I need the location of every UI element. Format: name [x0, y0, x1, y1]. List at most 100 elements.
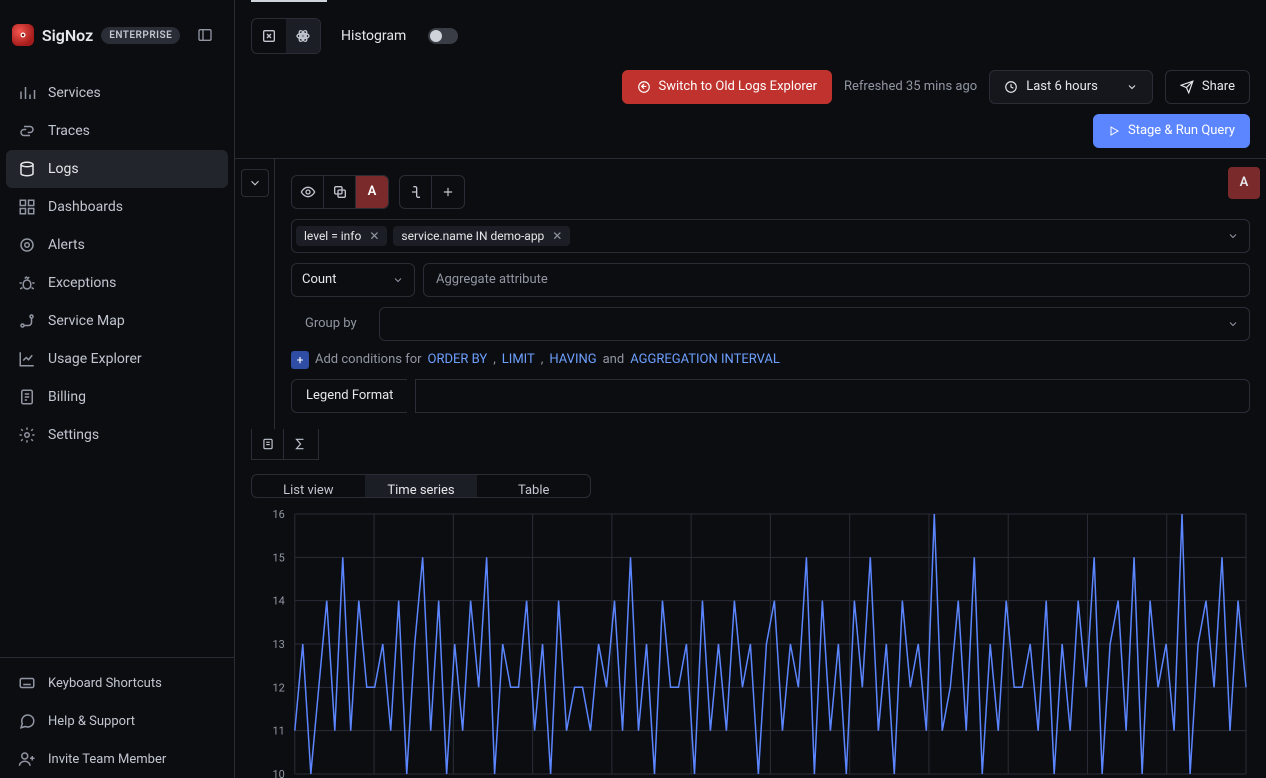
header-mode-group — [251, 18, 321, 54]
sidebar-item-exceptions[interactable]: Exceptions — [6, 264, 228, 302]
agg-interval-link[interactable]: AGGREGATION INTERVAL — [630, 352, 780, 367]
function-icon[interactable] — [400, 176, 432, 208]
notes-icon[interactable] — [252, 429, 284, 459]
route-icon — [18, 312, 36, 330]
agg-select[interactable]: Count — [291, 263, 415, 297]
group-by-input[interactable] — [379, 307, 1250, 341]
close-icon[interactable]: ✕ — [369, 229, 379, 243]
switch-old-explorer-button[interactable]: Switch to Old Logs Explorer — [622, 70, 832, 104]
sidebar-item-usage-explorer[interactable]: Usage Explorer — [6, 340, 228, 378]
sidebar-item-alerts[interactable]: Alerts — [6, 226, 228, 264]
builder-mode-icon[interactable] — [252, 19, 286, 53]
bug-icon — [18, 274, 36, 292]
header-row-1: Histogram — [235, 8, 1266, 64]
receipt-icon — [18, 388, 36, 406]
having-link[interactable]: HAVING — [549, 352, 596, 367]
query-toolbelt-row: A — [291, 175, 1250, 209]
sidebar-item-label: Dashboards — [48, 199, 123, 215]
copy-icon[interactable] — [324, 176, 356, 208]
sidebar-item-label: Traces — [48, 123, 90, 139]
close-icon[interactable]: ✕ — [552, 229, 562, 243]
tab-table[interactable]: Table — [477, 475, 590, 497]
histogram-label: Histogram — [341, 28, 406, 44]
share-button[interactable]: Share — [1165, 70, 1250, 104]
sidebar-item-billing[interactable]: Billing — [6, 378, 228, 416]
sidebar: SigNoz ENTERPRISE Services Traces Logs D… — [0, 0, 235, 778]
sidebar-item-logs[interactable]: Logs — [6, 150, 228, 188]
plan-badge: ENTERPRISE — [101, 27, 180, 44]
expand-icon[interactable] — [241, 169, 269, 197]
sidebar-item-label: Service Map — [48, 313, 125, 329]
sidebar-item-label: Alerts — [48, 237, 85, 253]
tab-time-series[interactable]: Time series — [365, 475, 478, 497]
sidebar-item-label: Billing — [48, 389, 86, 405]
run-query-button[interactable]: Stage & Run Query — [1093, 114, 1250, 148]
svg-text:16: 16 — [273, 508, 285, 521]
query-panel: A level = info ✕ service.name IN demo-ap… — [235, 159, 1266, 429]
visibility-icon[interactable] — [292, 176, 324, 208]
legend-label: Legend Format — [291, 379, 407, 413]
sidebar-item-label: Settings — [48, 427, 99, 443]
main: Histogram Switch to Old Logs Explorer Re… — [235, 0, 1266, 778]
query-toolbelt: A — [291, 175, 389, 209]
sidebar-item-services[interactable]: Services — [6, 74, 228, 112]
svg-text:10: 10 — [273, 768, 285, 778]
chevron-down-icon — [1126, 81, 1138, 93]
timerange-button[interactable]: Last 6 hours — [989, 70, 1153, 104]
add-condition-button[interactable]: + — [291, 351, 309, 369]
tab-list-view[interactable]: List view — [252, 475, 365, 497]
filter-tag[interactable]: service.name IN demo-app ✕ — [393, 226, 570, 246]
logs-icon — [18, 160, 36, 178]
svg-text:14: 14 — [273, 595, 285, 608]
svg-text:11: 11 — [273, 725, 285, 738]
sidebar-item-keyboard[interactable]: Keyboard Shortcuts — [6, 664, 228, 702]
gear-icon — [18, 426, 36, 444]
sidebar-item-traces[interactable]: Traces — [6, 112, 228, 150]
sidebar-item-label: Services — [48, 85, 101, 101]
orderby-link[interactable]: ORDER BY — [428, 352, 488, 367]
chevron-down-icon[interactable] — [1227, 230, 1239, 242]
function-toolbelt — [399, 175, 465, 209]
time-series-chart: 10111213141516 — [255, 508, 1250, 778]
sidebar-item-label: Logs — [48, 161, 79, 177]
legend-input[interactable] — [415, 379, 1250, 413]
clock-icon — [1004, 80, 1018, 94]
view-tabs: List view Time series Table — [251, 474, 591, 498]
histogram-toggle[interactable] — [428, 28, 458, 44]
chat-icon — [18, 712, 36, 730]
atom-mode-icon[interactable] — [286, 19, 320, 53]
brand-logo — [12, 24, 34, 46]
svg-text:12: 12 — [273, 681, 285, 694]
keyboard-icon — [18, 674, 36, 692]
play-icon — [1108, 125, 1120, 137]
side-query-letter[interactable]: A — [1228, 167, 1260, 199]
sidebar-item-invite[interactable]: Invite Team Member — [6, 740, 228, 778]
link-icon — [18, 122, 36, 140]
sidebar-item-label: Usage Explorer — [48, 351, 142, 367]
alert-icon — [18, 236, 36, 254]
userplus-icon — [18, 750, 36, 768]
sidebar-item-label: Keyboard Shortcuts — [48, 676, 162, 691]
sidebar-item-service-map[interactable]: Service Map — [6, 302, 228, 340]
filter-input[interactable]: level = info ✕ service.name IN demo-app … — [291, 219, 1250, 253]
query-letter-badge[interactable]: A — [356, 176, 388, 208]
header-row-3: Stage & Run Query — [235, 114, 1266, 158]
sidebar-item-help[interactable]: Help & Support — [6, 702, 228, 740]
sidebar-nav: Services Traces Logs Dashboards Alerts E… — [0, 68, 234, 460]
sidebar-item-dashboards[interactable]: Dashboards — [6, 188, 228, 226]
collapse-sidebar-icon[interactable] — [188, 18, 222, 52]
limit-link[interactable]: LIMIT — [502, 352, 535, 367]
chevron-down-icon[interactable] — [1227, 318, 1239, 330]
group-by-label: Group by — [291, 307, 371, 341]
header-row-2: Switch to Old Logs Explorer Refreshed 35… — [235, 64, 1266, 114]
filter-tag[interactable]: level = info ✕ — [296, 226, 387, 246]
sidebar-item-settings[interactable]: Settings — [6, 416, 228, 454]
sidebar-item-label: Help & Support — [48, 714, 135, 729]
undo-icon — [637, 80, 651, 94]
bottom-toolbelt — [251, 429, 319, 460]
top-accent — [251, 0, 327, 8]
bars-icon — [18, 84, 36, 102]
sigma-icon[interactable] — [284, 429, 316, 459]
add-function-icon[interactable] — [432, 176, 464, 208]
agg-attr-input[interactable]: Aggregate attribute — [423, 263, 1250, 297]
